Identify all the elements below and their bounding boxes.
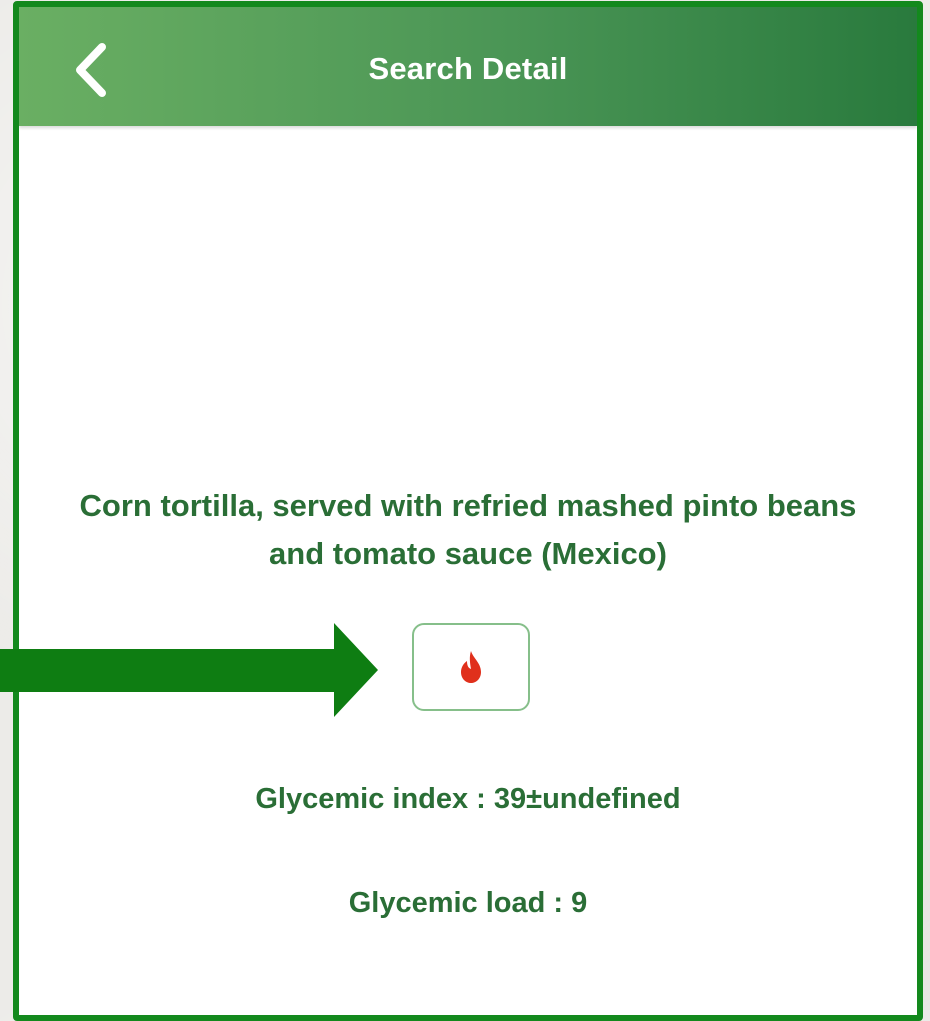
app-header: Search Detail bbox=[19, 7, 917, 126]
flame-icon bbox=[461, 651, 481, 683]
phone-screen: Search Detail Corn tortilla, served with… bbox=[13, 1, 923, 1021]
glycemic-load: Glycemic load : 9 bbox=[348, 887, 588, 919]
flame-button[interactable] bbox=[412, 623, 530, 711]
page-title: Search Detail bbox=[368, 51, 568, 86]
food-name: Corn tortilla, served with refried mashe… bbox=[79, 488, 857, 571]
pointer-arrow bbox=[0, 623, 378, 717]
glycemic-index: Glycemic index : 39±undefined bbox=[255, 783, 681, 815]
